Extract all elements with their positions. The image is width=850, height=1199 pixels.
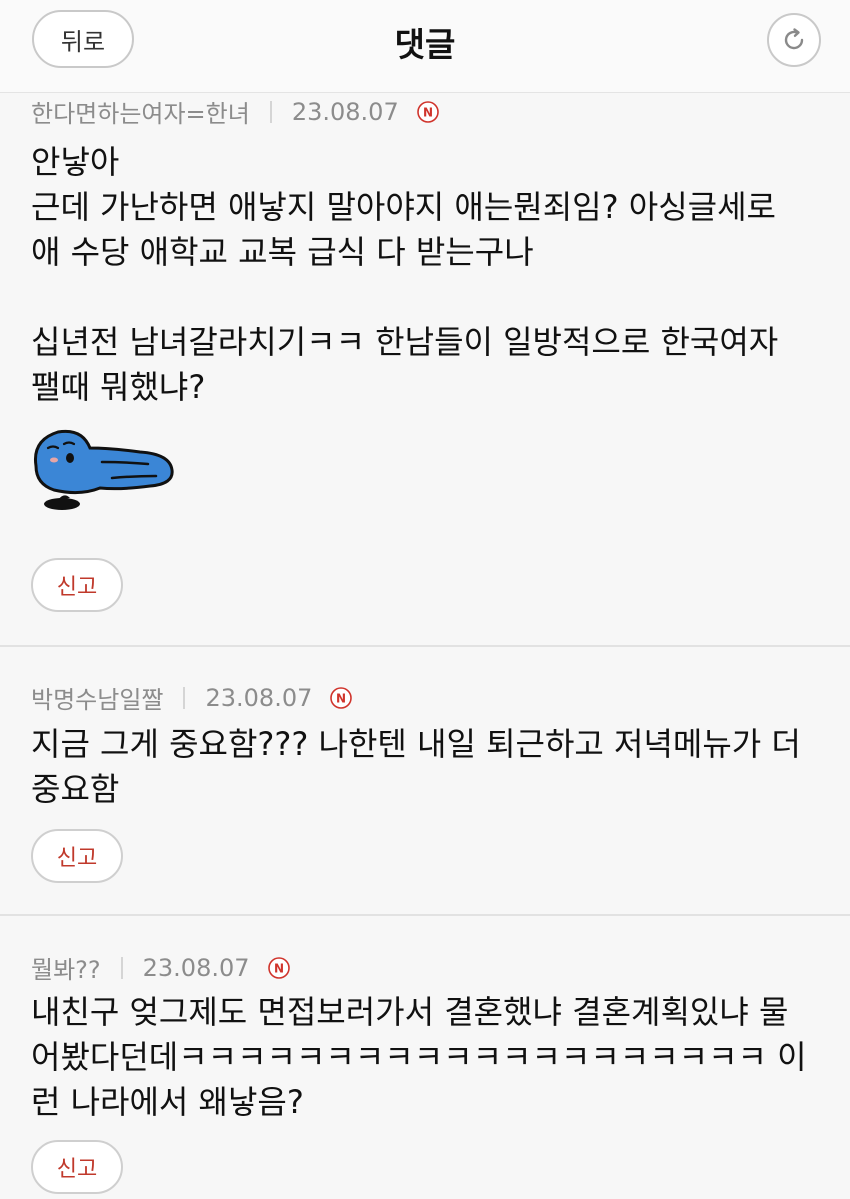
meta-separator <box>120 956 123 979</box>
report-button-label: 신고 <box>56 1157 98 1182</box>
header-bar: 뒤로 댓글 <box>0 0 850 93</box>
new-badge-letter: N <box>336 691 346 705</box>
comments-page: 뒤로 댓글 한다면하는여자=한녀 23.08.07 N 안낳아 근데 가난하면 … <box>0 0 850 1199</box>
comment-date: 23.08.07 <box>142 953 250 982</box>
refresh-icon <box>784 28 804 50</box>
comment-text: 지금 그게 중요함??? 나한텐 내일 퇴근하고 저녁메뉴가 더 중요함 <box>31 725 801 808</box>
comment-divider <box>0 914 850 916</box>
meta-separator <box>269 100 272 123</box>
new-badge-icon: N <box>416 100 439 123</box>
comment-author: 한다면하는여자=한녀 <box>31 100 250 128</box>
comment-meta: 뭘봐?? 23.08.07 N <box>31 950 290 985</box>
report-button[interactable]: 신고 <box>31 558 123 612</box>
comment-meta: 박명수남일짤 23.08.07 N <box>31 680 353 715</box>
new-badge-icon: N <box>267 956 290 979</box>
refresh-button[interactable] <box>767 13 821 67</box>
report-button-label: 신고 <box>56 846 98 871</box>
comment-meta: 한다면하는여자=한녀 23.08.07 N <box>31 94 439 129</box>
sleeping-blue-character-sticker <box>33 429 174 510</box>
comment-date: 23.08.07 <box>205 683 313 712</box>
comment-author: 뭘봐?? <box>31 956 101 984</box>
new-badge-icon: N <box>330 686 353 709</box>
comment-author: 박명수남일짤 <box>31 686 164 714</box>
new-badge-letter: N <box>273 961 283 975</box>
comment-date: 23.08.07 <box>291 97 399 126</box>
comment-text: 내친구 엊그제도 면접보러가서 결혼했냐 결혼계획있냐 물 어봤다던데ㅋㅋㅋㅋㅋ… <box>31 993 807 1121</box>
meta-separator <box>183 686 186 709</box>
new-badge-letter: N <box>423 105 433 119</box>
comment-divider <box>0 645 850 647</box>
report-button[interactable]: 신고 <box>31 829 123 883</box>
report-button-label: 신고 <box>56 575 98 600</box>
page-title: 댓글 <box>394 25 456 64</box>
report-button[interactable]: 신고 <box>31 1140 123 1194</box>
comment-text: 안낳아 근데 가난하면 애낳지 말아야지 애는뭔죄임? 아싱글세로 애 수당 애… <box>31 143 779 406</box>
